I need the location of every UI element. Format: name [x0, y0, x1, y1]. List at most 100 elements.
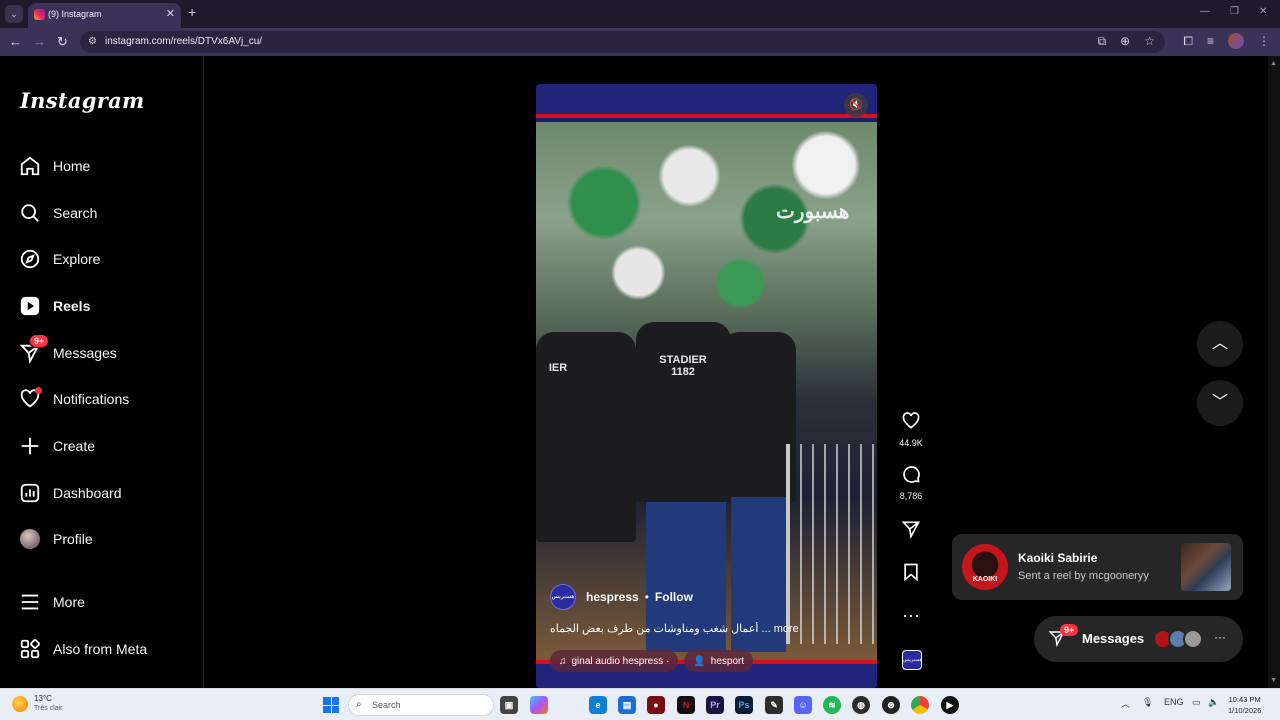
sidebar-item-more[interactable]: More — [18, 589, 85, 615]
taskbar-clock[interactable]: 10:43 PM 1/10/2026 — [1228, 694, 1261, 716]
like-button[interactable]: 44.9K — [893, 411, 929, 448]
display-icon[interactable]: ▭ — [1192, 697, 1201, 708]
taskbar-search[interactable]: ⌕ Search — [348, 694, 494, 716]
sidebar-item-search[interactable]: Search — [18, 200, 97, 226]
media-icon[interactable]: ≡ — [1207, 34, 1214, 48]
weather-temp: 13°C — [34, 694, 52, 703]
browser-profile-avatar[interactable] — [1228, 33, 1244, 49]
reel-thumbnail — [1181, 543, 1231, 591]
reel-video-frame: IER STADIER 1182 هسبورت — [536, 122, 877, 660]
copilot-icon[interactable] — [530, 696, 548, 714]
comment-icon — [893, 464, 929, 488]
weather-icon[interactable] — [12, 696, 28, 712]
close-tab-icon[interactable]: ✕ — [166, 7, 175, 20]
browser-tab-bar: ⌄ (9) Instagram ✕ + — ❐ ✕ — [0, 0, 1280, 28]
extensions-icon[interactable]: ⧠ — [1183, 34, 1193, 49]
premiere-icon[interactable]: Pr — [706, 696, 724, 714]
stadium-railing — [786, 444, 876, 644]
discord-icon[interactable]: ☺ — [794, 696, 812, 714]
new-tab-icon[interactable]: + — [188, 4, 196, 20]
bookmark-star-icon[interactable]: ☆ — [1144, 34, 1155, 49]
plus-icon — [18, 434, 42, 458]
follow-button[interactable]: Follow — [655, 590, 693, 604]
sidebar-item-reels[interactable]: Reels — [18, 293, 90, 319]
tab-search-icon[interactable]: ⌄ — [5, 5, 23, 23]
ellipsis-icon[interactable]: ··· — [1214, 630, 1226, 644]
photoshop-icon[interactable]: Ps — [735, 696, 753, 714]
reel-video[interactable]: IER STADIER 1182 هسبورت 🔇 هسبريس hespres… — [536, 84, 877, 688]
reload-icon[interactable]: ↻ — [57, 34, 68, 50]
author-avatar[interactable]: هسبريس — [550, 584, 576, 610]
spotify-icon[interactable]: ≋ — [823, 696, 841, 714]
share-button[interactable] — [893, 519, 929, 543]
tagged-user-pill[interactable]: 👤 hesport — [684, 650, 754, 672]
message-notification[interactable]: KAOIKI Kaoiki Sabirie Sent a reel by mcg… — [952, 534, 1243, 600]
sidebar-item-notifications[interactable]: Notifications — [18, 386, 129, 412]
app-icon[interactable]: ⊛ — [882, 696, 900, 714]
page-scrollbar[interactable]: ▲ ▼ — [1268, 56, 1280, 688]
audio-pill[interactable]: ♫ ginal audio hespress · — [550, 650, 679, 672]
dashboard-icon — [18, 481, 42, 505]
chrome-icon[interactable] — [911, 696, 929, 714]
heart-icon — [18, 387, 42, 411]
sidebar-item-create[interactable]: Create — [18, 433, 95, 459]
instagram-app: Instagram Home Search Explore Reels 9+ M… — [0, 56, 1280, 688]
site-info-icon[interactable]: ⚙ — [88, 36, 97, 47]
cast-icon[interactable]: ⧉ — [1098, 34, 1107, 49]
sidebar-item-messages[interactable]: 9+ Messages — [18, 334, 117, 366]
reel-caption[interactable]: أعمال شغب ومناوشات من طرف بعض الجماه ...… — [550, 622, 870, 635]
sender-avatar: KAOIKI — [962, 544, 1008, 590]
instagram-logo[interactable]: Instagram — [20, 88, 145, 113]
comment-button[interactable]: 8,786 — [893, 464, 929, 501]
maximize-icon[interactable]: ❐ — [1230, 6, 1239, 17]
more-options-button[interactable]: ··· — [893, 605, 929, 625]
sidebar-item-profile[interactable]: Profile — [18, 526, 93, 552]
sidebar-item-also-from-meta[interactable]: Also from Meta — [18, 636, 147, 662]
compass-icon — [18, 247, 42, 271]
minimize-icon[interactable]: — — [1200, 6, 1210, 17]
url-field[interactable]: ⚙ instagram.com/reels/DTVx6AVj_cu/ ⧉ ⊕ ☆ — [80, 31, 1165, 53]
browser-menu-icon[interactable]: ⋮ — [1258, 34, 1270, 48]
windows-start-icon[interactable] — [323, 697, 339, 713]
audio-thumbnail[interactable]: هسبريس — [902, 650, 922, 670]
next-reel-button[interactable]: ﹀ — [1197, 380, 1243, 426]
mute-icon[interactable]: 🔇 — [844, 93, 868, 117]
sender-name: Kaoiki Sabirie — [1018, 551, 1098, 565]
notification-dot — [35, 387, 42, 394]
previous-reel-button[interactable]: ︿ — [1197, 321, 1243, 367]
notification-text: Sent a reel by mcgooneryy — [1018, 570, 1149, 582]
address-bar: ← → ↻ ⚙ instagram.com/reels/DTVx6AVj_cu/… — [0, 28, 1280, 56]
notes-icon[interactable]: ✎ — [765, 696, 783, 714]
like-count: 44.9K — [899, 438, 923, 448]
app-icon[interactable]: ● — [647, 696, 665, 714]
edge-icon[interactable]: e — [589, 696, 607, 714]
zoom-icon[interactable]: ⊕ — [1120, 34, 1130, 49]
scroll-up-icon[interactable]: ▲ — [1270, 60, 1277, 67]
sidebar-item-home[interactable]: Home — [18, 153, 90, 179]
volume-icon[interactable]: 🔈 — [1208, 697, 1219, 708]
microphone-icon[interactable]: 🎙 — [1142, 697, 1153, 708]
instagram-favicon-icon — [34, 9, 45, 20]
messages-pill[interactable]: 9+ Messages ··· — [1034, 616, 1243, 662]
back-icon[interactable]: ← — [9, 34, 22, 49]
author-name[interactable]: hespress — [586, 590, 639, 604]
browser-tab[interactable]: (9) Instagram ✕ — [28, 3, 181, 28]
taskbar: 13°C Très clair ⌕ Search ▣ e ▤ ● N Pr Ps… — [0, 688, 1280, 720]
sidebar-item-dashboard[interactable]: Dashboard — [18, 480, 122, 506]
app-icon[interactable]: ◍ — [852, 696, 870, 714]
tray-chevron-icon[interactable]: ︿ — [1121, 697, 1130, 710]
messenger-icon: 9+ — [18, 334, 50, 365]
task-view-icon[interactable]: ▣ — [500, 696, 518, 714]
save-button[interactable] — [893, 562, 929, 586]
search-icon — [18, 201, 42, 225]
close-window-icon[interactable]: ✕ — [1259, 6, 1267, 17]
forward-icon[interactable]: → — [33, 34, 46, 49]
scroll-down-icon[interactable]: ▼ — [1270, 677, 1277, 684]
hamburger-icon — [18, 590, 42, 614]
store-icon[interactable]: ▤ — [618, 696, 636, 714]
sidebar-item-explore[interactable]: Explore — [18, 246, 100, 272]
media-player-icon[interactable]: ▶ — [941, 696, 959, 714]
language-indicator[interactable]: ENG — [1164, 697, 1184, 707]
netflix-icon[interactable]: N — [677, 696, 695, 714]
share-icon — [893, 519, 929, 543]
